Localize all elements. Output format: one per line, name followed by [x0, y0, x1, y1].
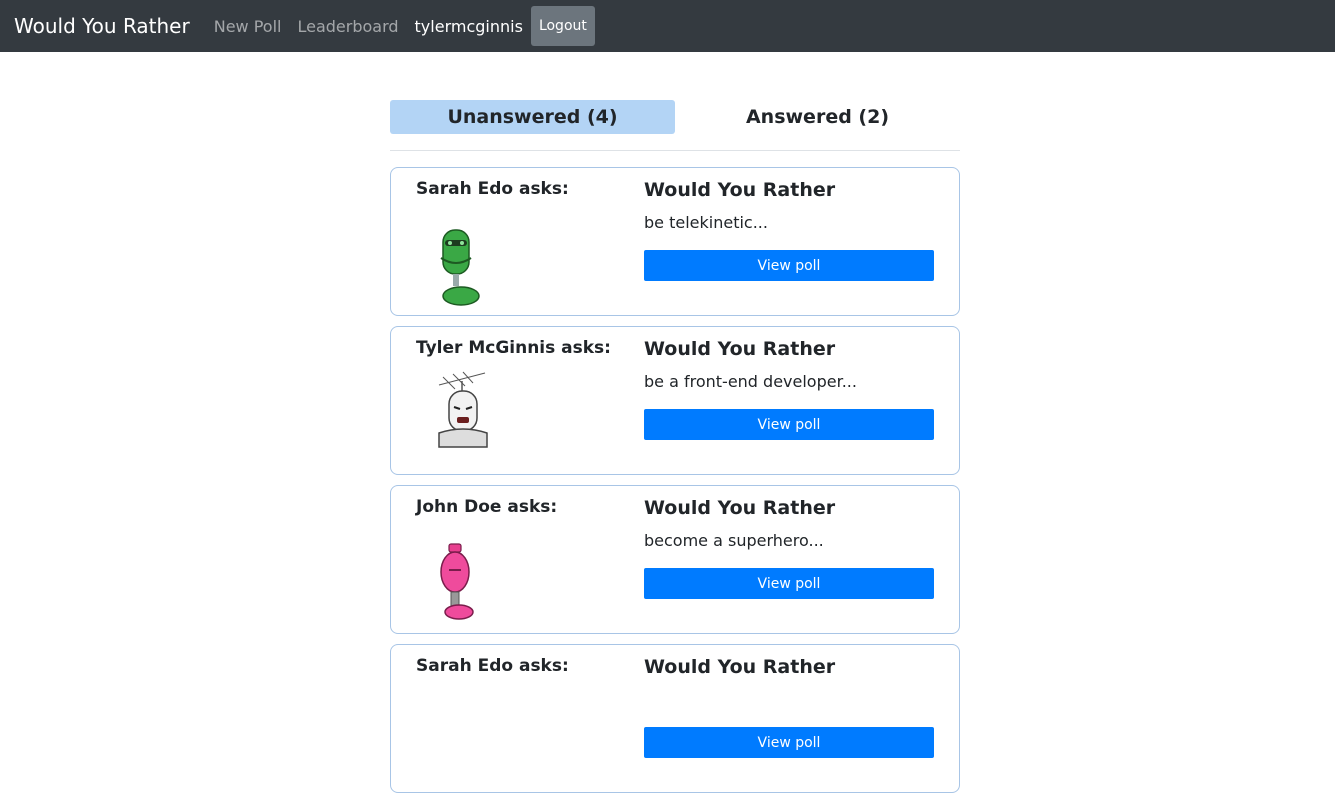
poll-card: John Doe asks: Would You Rather become a…	[390, 485, 960, 634]
current-username: tylermcginnis	[414, 16, 523, 36]
poll-author: Sarah Edo asks:	[416, 656, 569, 676]
tab-unanswered[interactable]: Unanswered (4)	[390, 100, 675, 134]
pink-robot-avatar	[431, 542, 497, 620]
logout-button[interactable]: Logout	[530, 6, 595, 46]
nav-leaderboard[interactable]: Leaderboard	[297, 17, 398, 36]
poll-title: Would You Rather	[644, 656, 836, 678]
poll-preview: become a superhero...	[644, 531, 824, 550]
view-poll-button[interactable]: View poll	[644, 568, 934, 599]
poll-author: Sarah Edo asks:	[416, 179, 569, 199]
poll-title: Would You Rather	[644, 179, 836, 201]
poll-title: Would You Rather	[644, 338, 836, 360]
poll-tabs: Unanswered (4) Answered (2)	[390, 100, 960, 134]
view-poll-button[interactable]: View poll	[644, 727, 934, 758]
view-poll-button[interactable]: View poll	[644, 250, 934, 281]
poll-author: John Doe asks:	[416, 497, 558, 517]
app-brand[interactable]: Would You Rather	[14, 14, 190, 38]
green-robot-avatar	[431, 228, 497, 306]
poll-author: Tyler McGinnis asks:	[416, 338, 611, 358]
tabs-divider	[390, 150, 960, 151]
poll-preview: be a front-end developer...	[644, 372, 857, 391]
poll-card: Sarah Edo asks: Would You Rather be tele…	[390, 167, 960, 316]
nav-new-poll[interactable]: New Poll	[214, 17, 282, 36]
top-navbar: Would You Rather New Poll Leaderboard ty…	[0, 0, 1335, 52]
poll-card: Tyler McGinnis asks: Would You Rather be…	[390, 326, 960, 475]
poll-list-container: Unanswered (4) Answered (2) Sarah Edo as…	[390, 52, 960, 793]
tab-answered[interactable]: Answered (2)	[675, 100, 960, 134]
white-robot-avatar	[435, 371, 501, 449]
poll-card: Sarah Edo asks: Would You Rather View po…	[390, 644, 960, 793]
poll-preview: be telekinetic...	[644, 213, 768, 232]
view-poll-button[interactable]: View poll	[644, 409, 934, 440]
poll-title: Would You Rather	[644, 497, 836, 519]
